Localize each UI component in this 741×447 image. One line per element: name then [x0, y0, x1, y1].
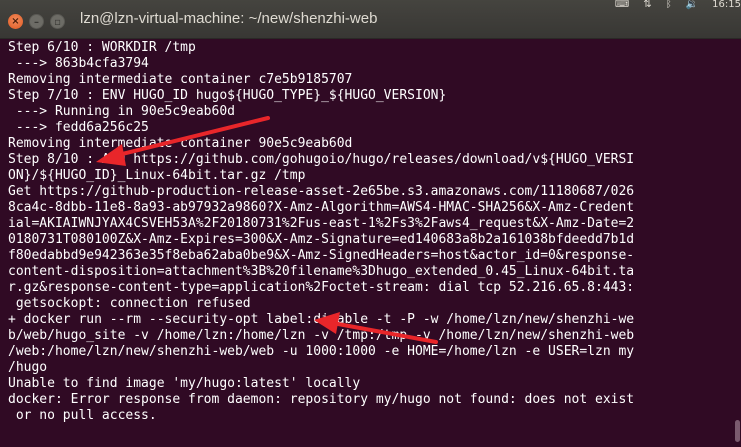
terminal-line: Get https://github-production-release-as…: [8, 184, 635, 199]
title-bar: × – ▫ lzn@lzn-virtual-machine: ~/new/she…: [0, 0, 741, 39]
terminal-line: Step 6/10 : WORKDIR /tmp: [8, 40, 196, 55]
scrollbar[interactable]: [733, 40, 741, 447]
volume-icon[interactable]: 🔉: [686, 0, 698, 10]
close-button[interactable]: ×: [8, 14, 23, 29]
clock[interactable]: 16:15: [712, 0, 741, 10]
terminal-line: or no pull access.: [8, 408, 157, 423]
terminal-line: 0180731T080100Z&X-Amz-Expires=300&X-Amz-…: [8, 232, 635, 247]
terminal-line: docker: Error response from daemon: repo…: [8, 392, 635, 407]
terminal-line: /web:/home/lzn/new/shenzhi-web/web -u 10…: [8, 344, 635, 359]
terminal-line: Step 7/10 : ENV HUGO_ID hugo${HUGO_TYPE}…: [8, 88, 447, 103]
terminal-line: b/web/hugo_site -v /home/lzn:/home/lzn -…: [8, 328, 635, 343]
terminal-line: 8ca4c-8dbb-11e8-8a93-ab97932a9860?X-Amz-…: [8, 200, 635, 215]
terminal-line: /hugo: [8, 360, 48, 375]
terminal-line: ---> Running in 90e5c9eab60d: [8, 104, 235, 119]
terminal-line: Removing intermediate container c7e5b918…: [8, 72, 353, 87]
terminal-line: r.gz&response-content-type=application%2…: [8, 280, 635, 295]
terminal-line: Unable to find image 'my/hugo:latest' lo…: [8, 376, 361, 391]
input-method-icon[interactable]: ⇅: [643, 0, 651, 10]
maximize-button[interactable]: ▫: [50, 14, 65, 29]
terminal-line: ---> 863b4cfa3794: [8, 56, 149, 71]
keyboard-icon[interactable]: ⌨: [615, 0, 629, 10]
terminal-line: ON}/${HUGO_ID}_Linux-64bit.tar.gz /tmp: [8, 168, 306, 183]
terminal-line: ---> fedd6a256c25: [8, 120, 149, 135]
terminal-line: getsockopt: connection refused: [8, 296, 251, 311]
bluetooth-icon[interactable]: ᛒ: [666, 0, 672, 10]
minimize-button[interactable]: –: [29, 14, 44, 29]
terminal-line: Step 8/10 : ADD https://github.com/gohug…: [8, 152, 635, 167]
terminal-line: Removing intermediate container 90e5c9ea…: [8, 136, 353, 151]
terminal-output[interactable]: Step 6/10 : WORKDIR /tmp ---> 863b4cfa37…: [0, 40, 733, 447]
terminal-line: ial=AKIAIWNJYAX4CSVEH53A%2F20180731%2Fus…: [8, 216, 635, 231]
terminal-line: + docker run --rm --security-opt label:d…: [8, 312, 635, 327]
window-title: lzn@lzn-virtual-machine: ~/new/shenzhi-w…: [80, 10, 378, 27]
terminal-line: content-disposition=attachment%3B%20file…: [8, 264, 635, 279]
system-tray: ⌨ ⇅ ᛒ 🔉 16:15: [601, 0, 741, 12]
scrollbar-thumb[interactable]: [735, 420, 740, 442]
terminal-line: f80edabbd9e942363e35f8eba62aba0be9&X-Amz…: [8, 248, 635, 263]
